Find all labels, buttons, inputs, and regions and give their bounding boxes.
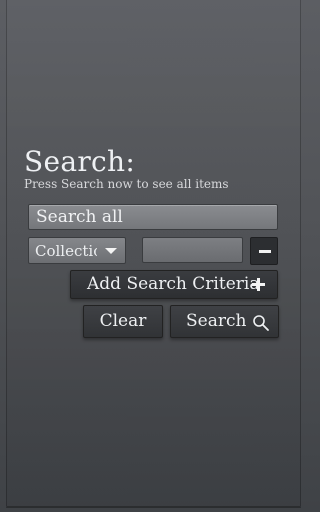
clear-button[interactable]: Clear: [83, 305, 163, 338]
remove-criteria-button[interactable]: [250, 237, 278, 265]
search-all-input[interactable]: Search all: [28, 204, 278, 230]
search-button[interactable]: Search: [170, 305, 279, 338]
page-title: Search:: [24, 145, 136, 178]
search-icon: [253, 315, 269, 331]
criteria-value-input[interactable]: [142, 237, 243, 263]
clear-button-label: Clear: [99, 311, 147, 331]
plus-icon: [252, 278, 265, 291]
add-search-criteria-label: Add Search Criteria: [87, 274, 260, 294]
minus-icon: [259, 250, 271, 253]
page-subtitle: Press Search now to see all items: [24, 177, 229, 191]
search-button-label: Search: [186, 311, 247, 331]
criteria-field-select[interactable]: Collection: [28, 237, 126, 264]
chevron-down-icon: [105, 248, 117, 254]
criteria-field-select-value: Collection: [35, 242, 97, 260]
add-search-criteria-button[interactable]: Add Search Criteria: [70, 270, 278, 299]
